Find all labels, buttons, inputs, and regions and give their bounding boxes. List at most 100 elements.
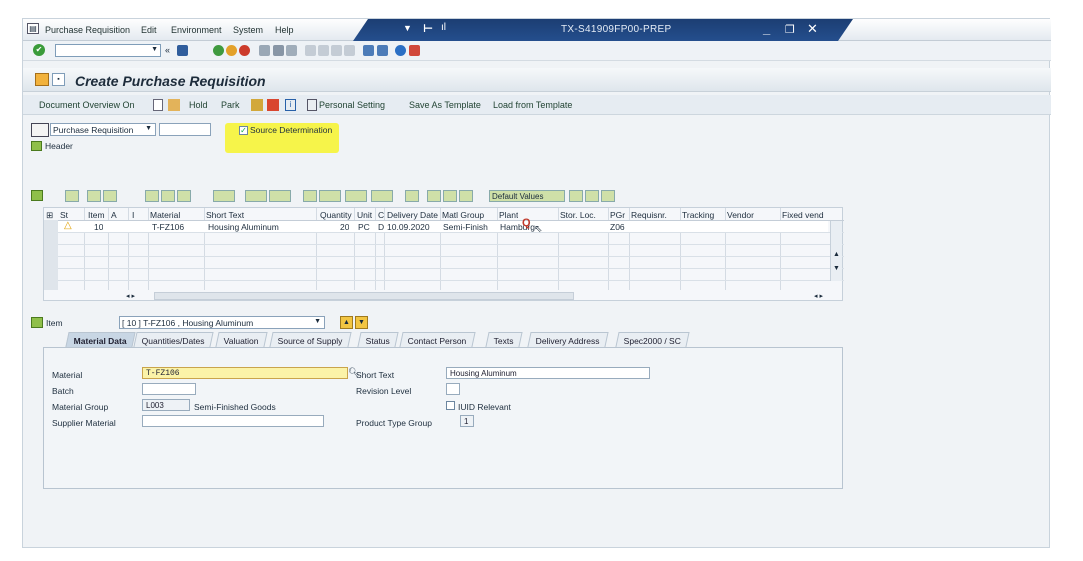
- hold-button[interactable]: Hold: [189, 100, 208, 110]
- col-item[interactable]: Item: [88, 210, 105, 220]
- tab-valuation[interactable]: Valuation: [215, 332, 268, 347]
- command-field-dropdown-icon[interactable]: ▼: [151, 46, 158, 53]
- minimize-icon[interactable]: _: [763, 21, 770, 36]
- menu-edit[interactable]: Edit: [141, 25, 157, 35]
- pin-icon[interactable]: ⊢: [423, 22, 433, 35]
- scroll-left-icon[interactable]: ◂ ▸: [126, 292, 135, 300]
- col-delivery-date[interactable]: Delivery Date: [387, 210, 438, 220]
- tab-texts[interactable]: Texts: [485, 332, 523, 347]
- tab-delivery-address[interactable]: Delivery Address: [527, 332, 609, 347]
- back-icon[interactable]: [213, 45, 224, 56]
- command-history-icon[interactable]: «: [165, 45, 170, 55]
- customize-layout-icon[interactable]: ▼: [403, 23, 412, 33]
- tab-quantities-dates[interactable]: Quantities/Dates: [133, 332, 214, 347]
- item-select-dropdown-icon[interactable]: ▼: [314, 318, 321, 325]
- menu-purchase-requisition[interactable]: Purchase Requisition: [45, 25, 130, 35]
- messages-icon[interactable]: [267, 99, 279, 111]
- document-grid-icon[interactable]: [427, 190, 441, 202]
- first-page-icon[interactable]: [305, 45, 316, 56]
- next-page-icon[interactable]: [331, 45, 342, 56]
- close-icon[interactable]: ✕: [807, 21, 818, 37]
- tab-source-of-supply[interactable]: Source of Supply: [269, 332, 352, 347]
- col-status[interactable]: St: [60, 210, 68, 220]
- vertical-scrollbar[interactable]: ▲ ▼: [830, 221, 842, 281]
- title-menu-icon[interactable]: ▪: [52, 73, 65, 86]
- col-quantity[interactable]: Quantity: [320, 210, 352, 220]
- document-type-select[interactable]: Purchase Requisition ▼: [50, 123, 156, 136]
- graphic-icon[interactable]: [371, 190, 393, 202]
- tab-contact-person[interactable]: Contact Person: [399, 332, 476, 347]
- save-as-template-button[interactable]: Save As Template: [409, 100, 481, 110]
- document-number-field[interactable]: [159, 123, 211, 136]
- menu-environment[interactable]: Environment: [171, 25, 222, 35]
- open-document-icon[interactable]: [168, 99, 180, 111]
- extra-icon-2[interactable]: [585, 190, 599, 202]
- release-grid-icon[interactable]: [459, 190, 473, 202]
- col-unit[interactable]: Unit: [357, 210, 372, 220]
- col-i[interactable]: I: [132, 210, 134, 220]
- tab-material-data[interactable]: Material Data: [65, 332, 136, 347]
- col-stor-loc[interactable]: Stor. Loc.: [560, 210, 596, 220]
- exit-icon[interactable]: [226, 45, 237, 56]
- next-item-button[interactable]: ▼: [355, 316, 368, 329]
- menu-help[interactable]: Help: [275, 25, 294, 35]
- layout-menu-icon[interactable]: [409, 45, 420, 56]
- info-grid-icon[interactable]: [405, 190, 419, 202]
- cell-unit[interactable]: PC: [358, 222, 370, 232]
- header-label[interactable]: Header: [45, 141, 73, 151]
- save-icon[interactable]: [177, 45, 188, 56]
- park-button[interactable]: Park: [221, 100, 240, 110]
- details-icon[interactable]: [65, 190, 79, 202]
- sort-ascending-icon[interactable]: [145, 190, 159, 202]
- find-icon[interactable]: [273, 45, 284, 56]
- revision-level-input[interactable]: [446, 383, 460, 395]
- personal-setting-icon[interactable]: [307, 99, 317, 111]
- find-next-icon[interactable]: [286, 45, 297, 56]
- cell-matl-group[interactable]: Semi-Finish: [443, 222, 495, 232]
- cell-item[interactable]: 10: [94, 222, 103, 232]
- col-fixed-vendor[interactable]: Fixed vend: [782, 210, 828, 220]
- col-vendor[interactable]: Vendor: [727, 210, 754, 220]
- previous-page-icon[interactable]: [318, 45, 329, 56]
- subtotal-icon[interactable]: [269, 190, 291, 202]
- load-from-template-button[interactable]: Load from Template: [493, 100, 572, 110]
- print-icon[interactable]: [259, 45, 270, 56]
- default-values-button[interactable]: Default Values: [489, 190, 565, 202]
- item-overview-collapse-icon[interactable]: [31, 190, 43, 201]
- scroll-down-icon[interactable]: ▼: [833, 265, 840, 272]
- material-group-input[interactable]: L003: [142, 399, 190, 411]
- col-requisnr[interactable]: Requisnr.: [631, 210, 667, 220]
- layout-icon[interactable]: [345, 190, 367, 202]
- cell-short-text[interactable]: Housing Aluminum: [208, 222, 279, 232]
- horizontal-scrollbar[interactable]: [154, 292, 574, 300]
- menu-system[interactable]: System: [233, 25, 263, 35]
- item-expand-icon[interactable]: [31, 317, 43, 328]
- short-text-input[interactable]: Housing Aluminum: [446, 367, 650, 379]
- filter-icon[interactable]: [213, 190, 235, 202]
- scroll-right-icon[interactable]: ◂ ▸: [814, 292, 823, 300]
- batch-input[interactable]: [142, 383, 196, 395]
- scroll-up-icon[interactable]: ▲: [833, 251, 840, 258]
- source-determination-checkbox[interactable]: ✓: [239, 126, 248, 135]
- search-help-icon[interactable]: Q: [522, 217, 531, 229]
- personal-setting-button[interactable]: Personal Setting: [319, 100, 385, 110]
- source-determination-label[interactable]: Source Determination: [250, 125, 332, 135]
- cell-c[interactable]: D: [378, 222, 384, 232]
- iuid-relevant-label[interactable]: IUID Relevant: [458, 402, 511, 412]
- help-icon[interactable]: [395, 45, 406, 56]
- col-tracking[interactable]: Tracking: [682, 210, 714, 220]
- cell-pgr[interactable]: Z06: [610, 222, 625, 232]
- command-field[interactable]: ▼: [55, 44, 161, 57]
- tab-spec2000[interactable]: Spec2000 / SC: [615, 332, 690, 347]
- print-preview-icon[interactable]: [303, 190, 317, 202]
- find-in-table-icon[interactable]: [177, 190, 191, 202]
- col-short-text[interactable]: Short Text: [206, 210, 244, 220]
- cell-material[interactable]: T-FZ106: [152, 222, 184, 232]
- material-input[interactable]: T-FZ106: [142, 367, 348, 379]
- previous-item-button[interactable]: ▲: [340, 316, 353, 329]
- copy-icon[interactable]: [87, 190, 101, 202]
- col-plant[interactable]: Plant: [499, 210, 518, 220]
- settings-grid-icon[interactable]: [443, 190, 457, 202]
- last-page-icon[interactable]: [344, 45, 355, 56]
- check-icon[interactable]: [251, 99, 263, 111]
